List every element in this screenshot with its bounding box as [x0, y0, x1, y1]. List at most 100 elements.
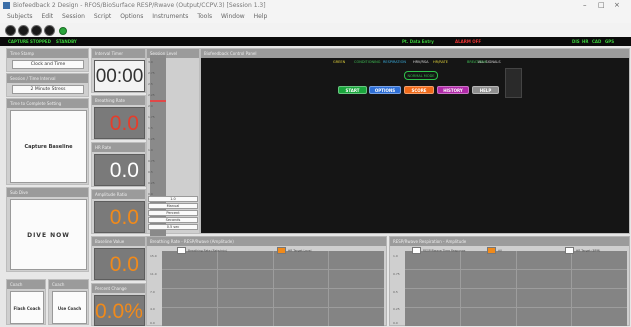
ytick: 11.0 — [150, 272, 157, 276]
option-seconds[interactable]: Seconds — [148, 217, 198, 223]
amplitude-ratio-value: 0.0 — [94, 201, 145, 233]
interval-panel: Session / Time Interval 2 Minute Stress — [6, 73, 89, 97]
respiration-chart-plot[interactable] — [405, 251, 627, 326]
ruler-tick: 0.75 — [148, 159, 155, 163]
menu-window[interactable]: Window — [221, 13, 245, 20]
score-button[interactable]: SCORE — [404, 86, 434, 94]
maximize-button[interactable]: □ — [598, 0, 605, 11]
signal-chip[interactable]: CONDITIONING — [354, 60, 380, 64]
menu-script[interactable]: Script — [94, 13, 111, 20]
baseline-value-panel: Baseline Value 0.0 — [91, 236, 146, 281]
menu-options[interactable]: Options — [120, 13, 143, 20]
stop-icon[interactable] — [31, 25, 42, 36]
connect-icon[interactable] — [59, 27, 67, 35]
signal-chip[interactable]: GREEN — [333, 60, 345, 64]
two-minute-stress-button[interactable]: 2 Minute Stress — [12, 85, 84, 94]
hr-rate-value: 0.0 — [94, 154, 145, 186]
ytick: 0.0 — [393, 321, 398, 325]
ytick: 4.0 — [150, 307, 155, 311]
interval-panel-header: Session / Time Interval — [7, 74, 88, 83]
option-1-0[interactable]: 1.0 — [148, 196, 198, 202]
record-icon[interactable] — [5, 25, 16, 36]
clock-and-time-button[interactable]: Clock and Time — [12, 60, 84, 69]
grid-line — [405, 307, 627, 308]
menu-session[interactable]: Session — [62, 13, 85, 20]
ruler-tick: 1.0 — [148, 148, 153, 152]
respiration-legend-1-label: RESP/Rwave Time Response — [423, 248, 466, 253]
start-button[interactable]: START — [338, 86, 367, 94]
ytick: 15.0 — [150, 254, 157, 258]
option-half-sec[interactable]: 0.5 sec — [148, 224, 198, 230]
breathing-rate-header: Breathing Rate — [92, 96, 145, 105]
pause-icon[interactable] — [18, 25, 29, 36]
coach-panel-2-header: Coach — [49, 280, 88, 289]
percent-change-value: 0.0% — [94, 295, 145, 326]
signal-chip[interactable]: ALL SIGNALS — [478, 60, 501, 64]
ruler-tick: 1.75 — [148, 115, 155, 119]
history-button[interactable]: HISTORY — [437, 86, 469, 94]
breathing-rate-panel: Breathing Rate 0.0 — [91, 95, 146, 140]
signal-chip[interactable]: HRV/RSA — [413, 60, 429, 64]
use-coach-button[interactable]: Use Coach — [52, 291, 87, 324]
interval-timer-value: 00:00 — [94, 60, 145, 92]
breathing-rate-chart: Breathing Rate - RESP/Rwave (Amplitude) … — [146, 236, 387, 326]
respiration-legend-3: HR Target (BPM) — [565, 247, 600, 254]
level-marker — [150, 100, 166, 102]
control-panel-header: Biofeedback Control Panel — [201, 49, 629, 58]
menu-instruments[interactable]: Instruments — [152, 13, 188, 20]
status-hr: HR — [582, 39, 589, 44]
menu-edit[interactable]: Edit — [41, 13, 53, 20]
breathing-chart-plot[interactable] — [162, 251, 384, 326]
menu-subjects[interactable]: Subjects — [7, 13, 33, 20]
signal-chip[interactable]: RESPIRATION — [383, 60, 406, 64]
grid-line — [162, 288, 384, 289]
hr-rate-panel: HR Rate 0.0 — [91, 142, 146, 187]
ruler-tick: 2.5 — [148, 82, 153, 86]
respiration-legend-3-label: HR Target (BPM) — [576, 248, 601, 253]
clock-panel: Time Stamp Clock and Time — [6, 48, 89, 72]
menu-bar: Subjects Edit Session Script Options Ins… — [0, 11, 631, 23]
status-stopped: STOPPED — [30, 39, 51, 44]
status-cad: CAD — [592, 39, 602, 44]
coach-panel-1: Coach Flash Coach — [6, 279, 46, 325]
ruler-tick: 0.5 — [148, 170, 153, 174]
ruler-tick: 2.75 — [148, 71, 155, 75]
percent-change-header: Percent Change — [92, 284, 145, 293]
ruler-tick: 2.0 — [148, 104, 153, 108]
respiration-chart: RESP/Rwave Respiration - Amplitude RESP/… — [389, 236, 630, 326]
ytick: 0.0 — [150, 321, 155, 325]
help-button[interactable]: HELP — [472, 86, 499, 94]
reset-icon[interactable] — [44, 25, 55, 36]
minimize-button[interactable]: – — [583, 0, 587, 11]
dive-panel-header: Sub Dive — [7, 188, 88, 197]
capture-panel: Time to Complete Setting Capture Baselin… — [6, 98, 89, 185]
toolbar — [0, 23, 631, 37]
status-capture: CAPTURE — [8, 39, 29, 44]
status-dis: DIS — [572, 39, 580, 44]
mode-indicator: NORMAL MODE — [404, 71, 438, 80]
breathing-rate-value: 0.0 — [94, 107, 145, 139]
percent-change-panel: Percent Change 0.0% — [91, 283, 146, 326]
option-percent[interactable]: Percent — [148, 210, 198, 216]
respiration-legend-2: AV — [487, 247, 502, 254]
dive-now-button[interactable]: DIVE NOW — [10, 199, 87, 270]
options-button[interactable]: OPTIONS — [369, 86, 401, 94]
legend-swatch-white — [177, 247, 186, 254]
ytick: 0.75 — [393, 272, 400, 276]
legend-swatch-white — [412, 247, 421, 254]
option-manual[interactable]: Manual — [148, 203, 198, 209]
capture-baseline-button[interactable]: Capture Baseline — [10, 110, 87, 183]
menu-tools[interactable]: Tools — [197, 13, 212, 20]
signal-chip[interactable]: HR/RATE — [433, 60, 448, 64]
coach-panel-2: Coach Use Coach — [48, 279, 89, 325]
breathing-legend-1-label: Breathing Rate (Rate/min) — [188, 248, 228, 253]
dive-panel: Sub Dive DIVE NOW — [6, 187, 89, 272]
flash-coach-button[interactable]: Flash Coach — [10, 291, 44, 324]
close-button[interactable]: × — [614, 0, 620, 11]
respiration-legend-1: RESP/Rwave Time Response — [412, 247, 465, 254]
ruler-tick: 1.25 — [148, 137, 155, 141]
breathing-chart-header: Breathing Rate - RESP/Rwave (Amplitude) — [147, 237, 386, 246]
baseline-value: 0.0 — [94, 248, 145, 280]
menu-help[interactable]: Help — [254, 13, 268, 20]
breathing-legend-2-label: HR Target Level — [288, 248, 312, 253]
